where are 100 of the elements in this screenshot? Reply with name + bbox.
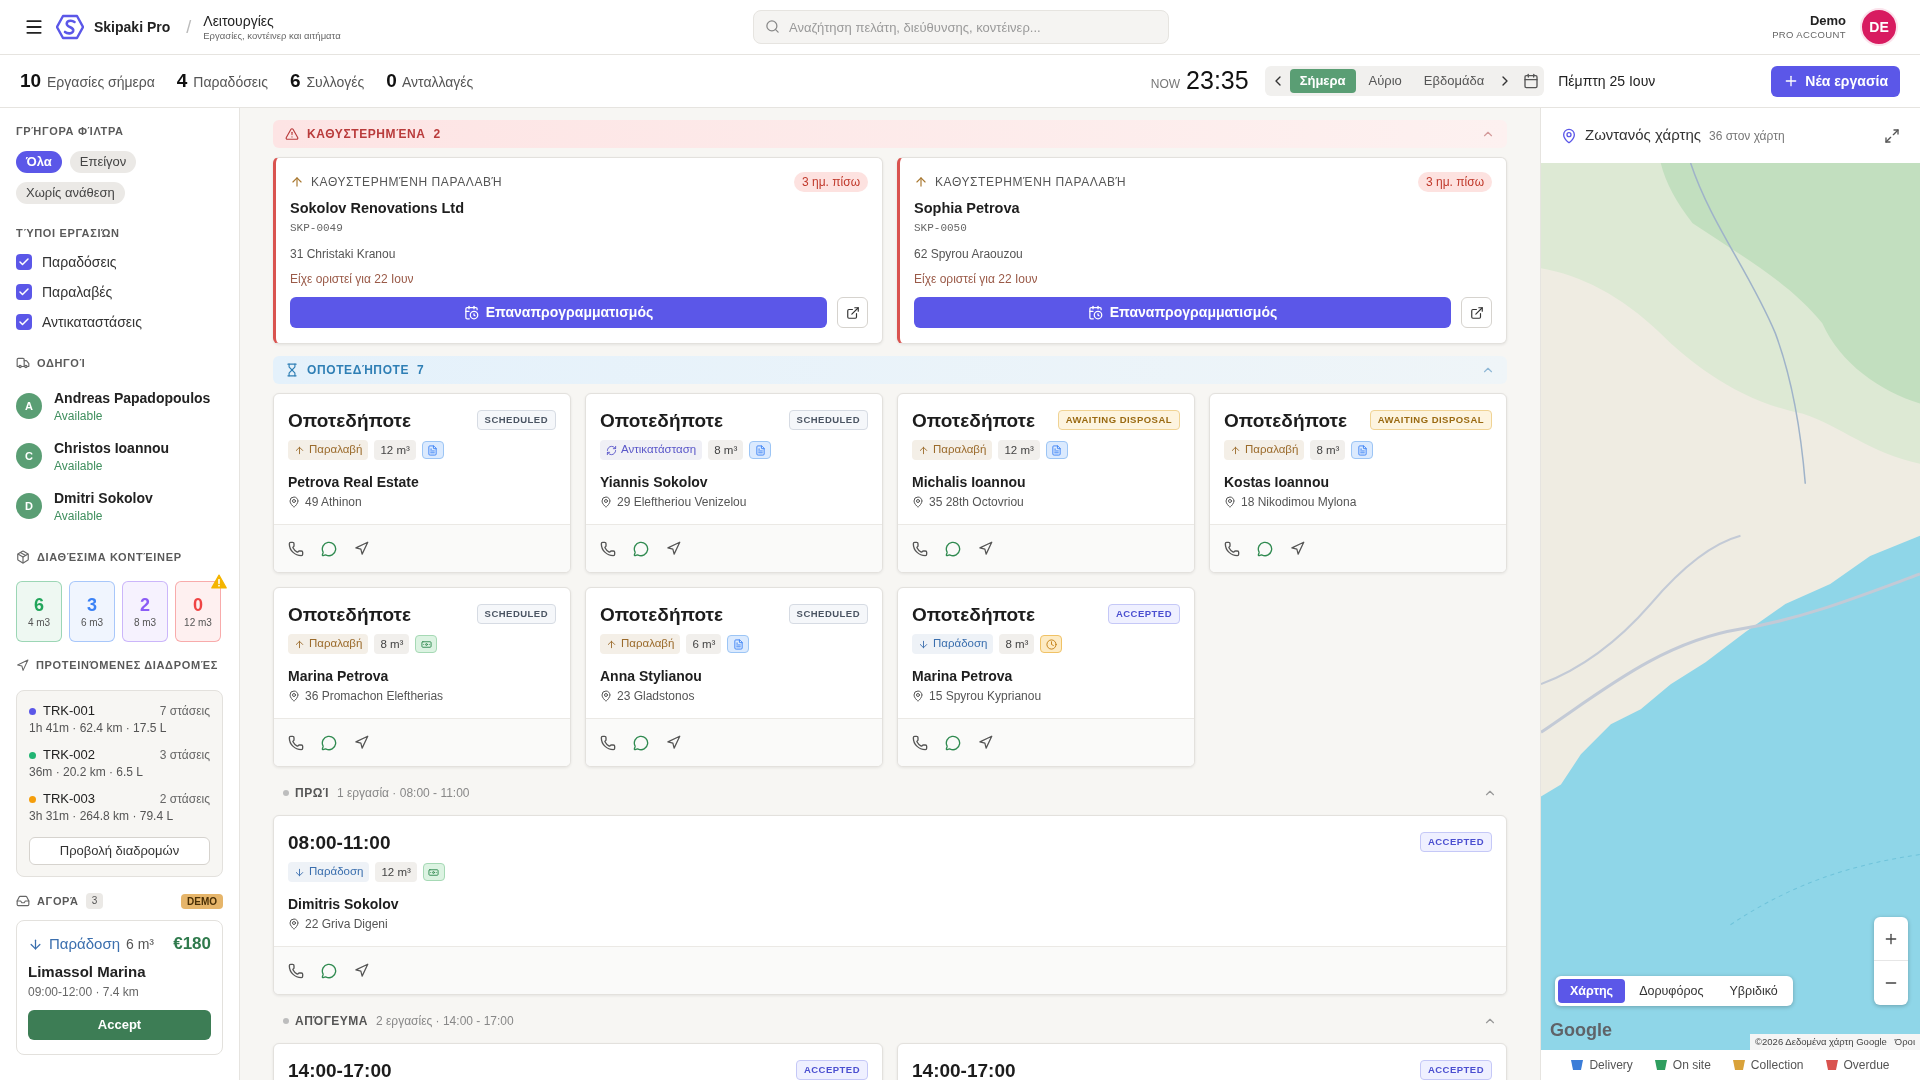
job-title: 14:00-17:00 bbox=[912, 1059, 1016, 1080]
job-card[interactable]: Οποτεδήποτε SCHEDULED Παραλαβή 6 m³ Anna Stylianou 23 Gladstonos bbox=[585, 587, 883, 767]
search-field[interactable]: Αναζήτηση πελάτη, διεύθυνσης, κοντέινερ... bbox=[753, 10, 1169, 44]
calendar-icon[interactable] bbox=[1523, 73, 1540, 89]
overdue-job-card[interactable]: ΚΑΘΥΣΤΕΡΗΜΈΝΗ ΠΑΡΑΛΑΒΉ 3 ημ. πίσω Sokolov Renovations Ltd SKP-0049 31 Christaki Kranou Είχε οριστεί για 22 Ιουν Επαναπρογραμματισμός bbox=[273, 157, 883, 344]
job-card[interactable]: 14:00-17:00 ACCEPTED bbox=[273, 1043, 883, 1080]
job-card[interactable]: Οποτεδήποτε SCHEDULED Παραλαβή 12 m³ Petrova Real Estate 49 Athinon bbox=[273, 393, 571, 573]
job-card[interactable]: 08:00-11:00 ACCEPTED Παράδοση 12 m³ Dimitris Sokolov 22 Griva Digeni bbox=[273, 815, 1507, 995]
filter-chip[interactable]: Χωρίς ανάθεση bbox=[16, 182, 125, 204]
navigation-icon[interactable] bbox=[354, 541, 369, 556]
phone-icon[interactable] bbox=[600, 540, 616, 557]
stat-summary: 6 Συλλογές bbox=[289, 68, 365, 93]
document-icon bbox=[749, 441, 772, 459]
job-title: 08:00-11:00 bbox=[288, 831, 391, 855]
reschedule-button[interactable]: Επαναπρογραμματισμός bbox=[290, 297, 827, 328]
chat-icon[interactable] bbox=[945, 540, 961, 557]
arrow-up-icon bbox=[294, 444, 305, 456]
new-job-button[interactable]: Νέα εργασία bbox=[1771, 65, 1900, 97]
phone-icon[interactable] bbox=[288, 734, 304, 751]
accept-button[interactable]: Accept bbox=[28, 1010, 211, 1040]
checkbox[interactable] bbox=[16, 284, 32, 300]
phone-icon[interactable] bbox=[288, 540, 304, 557]
phone-icon[interactable] bbox=[912, 734, 928, 751]
navigation-icon[interactable] bbox=[1290, 541, 1305, 556]
menu-icon[interactable] bbox=[24, 17, 44, 37]
truck-icon bbox=[16, 356, 30, 370]
job-card[interactable]: Οποτεδήποτε AWAITING DISPOSAL Παραλαβή 12 m³ Michalis Ioannou 35 28th Octovriou bbox=[897, 393, 1195, 573]
job-title: Οποτεδήποτε bbox=[600, 409, 724, 433]
route-metrics: 3h 31m · 264.8 km · 79.4 L bbox=[29, 808, 175, 824]
chat-icon[interactable] bbox=[633, 734, 649, 751]
customer-name: Kostas Ioannou bbox=[1224, 473, 1330, 492]
filter-chip[interactable]: Όλα bbox=[16, 151, 62, 173]
section-header[interactable]: ΚΑΘΥΣΤΕΡΗΜΈΝΑ 2 bbox=[273, 120, 1507, 148]
container-size: 12 m³ bbox=[375, 862, 417, 882]
section-title: ΠΡΟΤΕΙΝΌΜΕΝΕΣ ΔΙΑΔΡΟΜΈΣ bbox=[36, 658, 219, 672]
job-card[interactable]: Οποτεδήποτε ACCEPTED Παράδοση 8 m³ Marina Petrova 15 Spyrou Kyprianou bbox=[897, 587, 1195, 767]
checkbox[interactable] bbox=[16, 314, 32, 330]
job-card[interactable]: Οποτεδήποτε AWAITING DISPOSAL Παραλαβή 8 m³ Kostas Ioannou 18 Nikodimou Mylona bbox=[1209, 393, 1507, 573]
navigation-icon[interactable] bbox=[666, 541, 681, 556]
customer-name: Sophia Petrova bbox=[914, 199, 1021, 218]
checkbox[interactable] bbox=[16, 254, 32, 270]
clock-icon bbox=[1040, 635, 1063, 653]
route-id: TRK-001 bbox=[43, 702, 96, 721]
phone-icon[interactable] bbox=[288, 962, 304, 979]
driver-status: Available bbox=[54, 508, 104, 524]
document-icon bbox=[421, 441, 444, 459]
navigation-icon[interactable] bbox=[354, 735, 369, 750]
terms-link[interactable]: Όροι bbox=[1894, 1034, 1915, 1050]
phone-icon[interactable] bbox=[600, 734, 616, 751]
navigation-icon[interactable] bbox=[666, 735, 681, 750]
container-size: 12 m³ bbox=[998, 440, 1040, 460]
map-count: 36 στον χάρτη bbox=[1708, 127, 1785, 145]
map-type-tab[interactable]: Χάρτης bbox=[1558, 979, 1626, 1003]
job-card[interactable]: Οποτεδήποτε SCHEDULED Αντικατάσταση 8 m³ Yiannis Sokolov 29 Eleftheriou Venizelou bbox=[585, 393, 883, 573]
arrow-up-icon bbox=[918, 444, 929, 456]
filter-chip[interactable]: Επείγον bbox=[69, 151, 137, 173]
section-title: ΔΙΑΘΈΣΙΜΑ ΚΟΝΤΈΙΝΕΡ bbox=[37, 550, 182, 564]
date-tab[interactable]: Αύριο bbox=[1359, 69, 1411, 93]
chat-icon[interactable] bbox=[945, 734, 961, 751]
map-type-tab[interactable]: Υβριδικό bbox=[1717, 979, 1790, 1003]
breadcrumb-separator: / bbox=[186, 15, 192, 39]
job-card[interactable]: 14:00-17:00 ACCEPTED bbox=[897, 1043, 1507, 1080]
job-type-label: Παράδοση bbox=[933, 636, 988, 652]
external-link-icon bbox=[1469, 305, 1484, 320]
chat-icon[interactable] bbox=[321, 962, 337, 979]
section-title: ΑΓΟΡΆ bbox=[37, 893, 79, 909]
navigation-icon[interactable] bbox=[978, 735, 993, 750]
phone-icon[interactable] bbox=[912, 540, 928, 557]
map-pin-icon bbox=[1561, 127, 1577, 144]
reschedule-button[interactable]: Επαναπρογραμματισμός bbox=[914, 297, 1451, 328]
overdue-job-card[interactable]: ΚΑΘΥΣΤΕΡΗΜΈΝΗ ΠΑΡΑΛΑΒΉ 3 ημ. πίσω Sophia Petrova SKP-0050 62 Spyrou Araouzou Είχε οριστεί για 22 Ιουν Επαναπρογραμματισμός bbox=[897, 157, 1507, 344]
job-title: Οποτεδήποτε bbox=[912, 409, 1036, 433]
legend-label: Overdue bbox=[1843, 1057, 1890, 1074]
arrow-up-icon bbox=[294, 638, 305, 650]
open-external-button[interactable] bbox=[1461, 297, 1492, 328]
phone-icon[interactable] bbox=[1224, 540, 1240, 557]
job-status: SCHEDULED bbox=[476, 410, 556, 430]
job-reference: SKP-0049 bbox=[290, 221, 344, 236]
offer-count: 3 bbox=[85, 893, 104, 909]
map-type-tab[interactable]: Δορυφόρος bbox=[1627, 979, 1716, 1003]
overdue-label: ΚΑΘΥΣΤΕΡΗΜΈΝΗ ΠΑΡΑΛΑΒΉ bbox=[311, 174, 503, 191]
expand-icon[interactable] bbox=[1884, 127, 1900, 144]
user-avatar[interactable]: DE bbox=[1860, 8, 1898, 46]
offer-size: 6 m³ bbox=[126, 934, 154, 954]
chat-icon[interactable] bbox=[321, 540, 337, 557]
open-external-button[interactable] bbox=[837, 297, 868, 328]
chat-icon[interactable] bbox=[633, 540, 649, 557]
job-card[interactable]: Οποτεδήποτε SCHEDULED Παραλαβή 8 m³ Marina Petrova 36 Promachon Eleftherias bbox=[273, 587, 571, 767]
section-header[interactable]: ΟΠΟΤΕΔΉΠΟΤΕ 7 bbox=[273, 356, 1507, 384]
date-tab[interactable]: Εβδομάδα bbox=[1414, 69, 1494, 93]
navigation-icon[interactable] bbox=[978, 541, 993, 556]
external-link-icon bbox=[845, 305, 860, 320]
view-routes-button[interactable]: Προβολή διαδρομών bbox=[29, 837, 210, 865]
driver-avatar: D bbox=[16, 493, 42, 519]
job-address: 29 Eleftheriou Venizelou bbox=[617, 494, 747, 511]
arrow-up-icon bbox=[1230, 444, 1241, 456]
chat-icon[interactable] bbox=[321, 734, 337, 751]
customer-name: Anna Stylianou bbox=[600, 667, 703, 686]
chat-icon[interactable] bbox=[1257, 540, 1273, 557]
navigation-icon[interactable] bbox=[354, 963, 369, 978]
